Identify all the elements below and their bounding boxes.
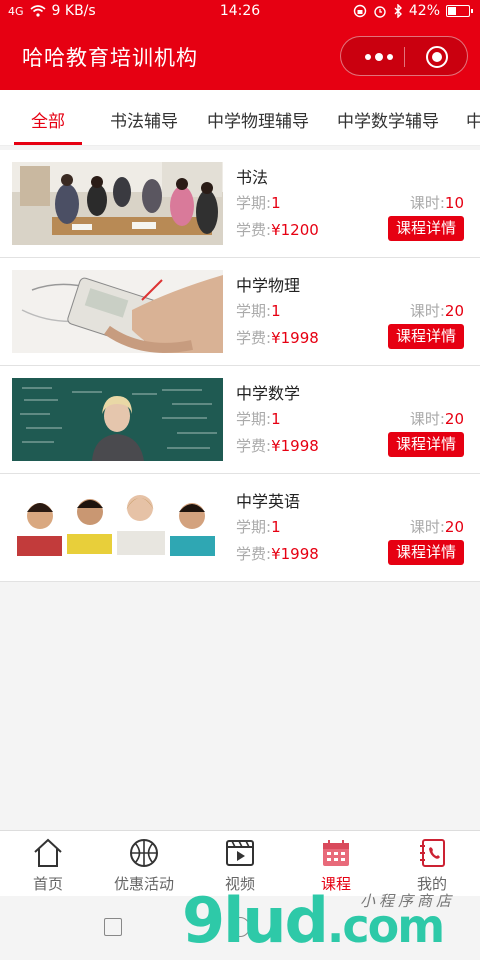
course-list: 书法 学期:1 课时:10 学费:¥1200 课程详情 中学物理 学期:1 课时… xyxy=(0,150,480,582)
course-card[interactable]: 书法 学期:1 课时:10 学费:¥1200 课程详情 xyxy=(0,150,480,258)
watermark-subtitle: 小程序商店 xyxy=(360,892,456,910)
course-term: 学期:1 xyxy=(236,518,281,536)
tab-physics[interactable]: 中学物理辅导 xyxy=(207,107,309,132)
nav-promotions[interactable]: 优惠活动 xyxy=(96,831,192,897)
course-term: 学期:1 xyxy=(236,194,281,212)
course-term: 学期:1 xyxy=(236,302,281,320)
course-fee: 学费:¥1998 xyxy=(236,329,319,347)
course-fee: 学费:¥1998 xyxy=(236,437,319,455)
nav-promotions-label: 优惠活动 xyxy=(113,875,174,893)
capsule-divider xyxy=(404,47,405,67)
status-right: 42% xyxy=(353,3,473,19)
calendar-icon xyxy=(323,840,349,866)
course-card[interactable]: 中学物理 学期:1 课时:20 学费:¥1998 课程详情 xyxy=(0,258,480,366)
tab-all[interactable]: 全部 xyxy=(31,107,65,132)
course-image[interactable] xyxy=(12,378,223,461)
close-miniprogram-icon[interactable] xyxy=(426,46,448,68)
alarm-icon xyxy=(374,6,386,18)
course-hours: 课时:20 xyxy=(409,518,464,536)
page-title: 哈哈教育培训机构 xyxy=(22,46,198,70)
lock-rotation-icon xyxy=(353,4,367,18)
app-header: 哈哈教育培训机构 xyxy=(0,24,480,90)
nav-home[interactable]: 首页 xyxy=(0,831,96,897)
course-card[interactable]: 中学数学 学期:1 课时:20 学费:¥1998 课程详情 xyxy=(0,366,480,474)
course-image[interactable] xyxy=(12,270,223,353)
video-icon xyxy=(226,840,254,866)
nav-home-label: 首页 xyxy=(32,875,63,893)
category-tabs: 全部 书法辅导 中学物理辅导 中学数学辅导 中 xyxy=(0,90,480,146)
contacts-book-icon xyxy=(420,839,445,867)
course-hours: 课时:20 xyxy=(409,410,464,428)
basketball-icon xyxy=(130,839,158,867)
course-hours: 课时:20 xyxy=(409,302,464,320)
course-fee: 学费:¥1998 xyxy=(236,545,319,563)
battery-icon xyxy=(446,5,473,17)
course-hours: 课时:10 xyxy=(409,194,464,212)
tab-calligraphy[interactable]: 书法辅导 xyxy=(110,107,178,132)
course-image[interactable] xyxy=(12,162,223,245)
course-detail-button[interactable]: 课程详情 xyxy=(388,432,464,457)
course-detail-button[interactable]: 课程详情 xyxy=(388,216,464,241)
tab-math[interactable]: 中学数学辅导 xyxy=(337,107,439,132)
tab-more[interactable]: 中 xyxy=(466,107,480,132)
course-name: 中学英语 xyxy=(236,492,301,511)
course-detail-button[interactable]: 课程详情 xyxy=(388,324,464,349)
battery-percent: 42% xyxy=(408,3,440,19)
course-detail-button[interactable]: 课程详情 xyxy=(388,540,464,565)
course-name: 中学数学 xyxy=(236,384,301,403)
miniprogram-capsule xyxy=(340,36,468,76)
recent-apps-button[interactable] xyxy=(104,918,122,936)
active-tab-indicator xyxy=(14,142,82,145)
course-card[interactable]: 中学英语 学期:1 课时:20 学费:¥1998 课程详情 xyxy=(0,474,480,582)
course-name: 书法 xyxy=(236,168,269,187)
course-name: 中学物理 xyxy=(236,276,301,295)
more-icon[interactable] xyxy=(365,53,393,61)
status-bar: 4G 9 KB/s 14:26 42% xyxy=(0,0,480,24)
home-icon xyxy=(34,838,62,867)
bluetooth-icon xyxy=(394,4,402,18)
course-fee: 学费:¥1200 xyxy=(236,221,319,239)
course-image[interactable] xyxy=(12,486,223,569)
course-term: 学期:1 xyxy=(236,410,281,428)
